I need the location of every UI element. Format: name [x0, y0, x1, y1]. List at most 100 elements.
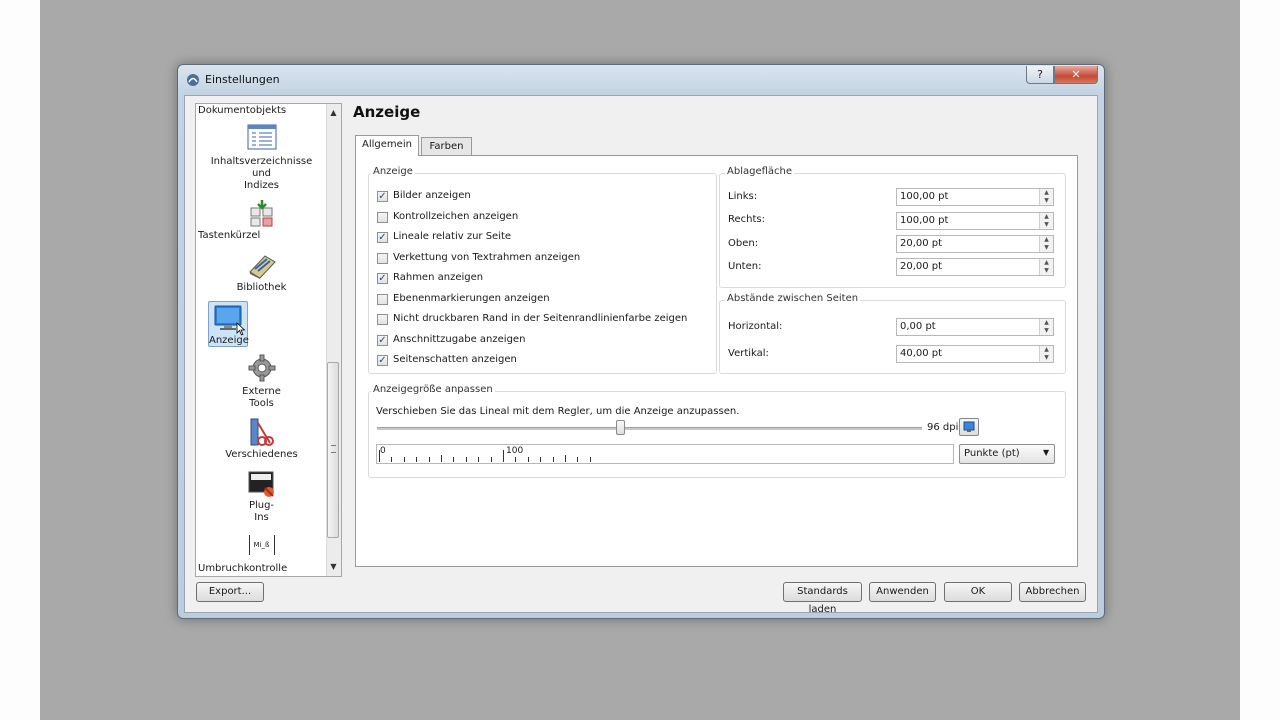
spin-up-icon[interactable]: ▲: [1040, 189, 1053, 197]
checkbox-box[interactable]: [377, 314, 388, 325]
sidebar-item-label: Bibliothek: [236, 282, 287, 293]
field-label-unten: Unten:: [728, 261, 762, 272]
sidebar-item-label: Tastenkürzel: [198, 230, 261, 241]
horizontal-spinbox[interactable]: 0,00 pt ▲ ▼: [896, 318, 1054, 336]
keyboard-shortcut-icon: [250, 200, 272, 227]
sidebar-item-anzeige[interactable]: Anzeige: [208, 301, 249, 347]
spin-up-icon[interactable]: ▲: [1040, 319, 1053, 327]
sidebar-item-plug-ins[interactable]: Plug- Ins: [196, 470, 327, 525]
checkbox-box[interactable]: ✓: [377, 335, 388, 346]
sidebar-item-umbruchkontrolle[interactable]: Mi_ß Umbruchkontrolle: [196, 535, 327, 575]
unit-select[interactable]: Punkte (pt) ▼: [959, 444, 1055, 464]
export-button[interactable]: Export...: [196, 582, 264, 602]
ok-button[interactable]: OK: [944, 582, 1012, 602]
spin-value: 100,00 pt: [900, 191, 949, 202]
checkbox-label: Anschnittzugabe anzeigen: [393, 334, 526, 345]
sidebar-item-dokumentobjekts[interactable]: Dokumentobjekts: [198, 105, 329, 117]
spin-buttons[interactable]: ▲ ▼: [1039, 346, 1053, 362]
sidebar-item-inhaltsverzeichnisse[interactable]: Inhaltsverzeichnisse und Indizes: [196, 124, 327, 194]
help-button[interactable]: ?: [1026, 66, 1054, 84]
misc-tools-icon: [250, 418, 274, 446]
apply-button[interactable]: Anwenden: [869, 582, 936, 602]
sidebar-item-label: Dokumentobjekts: [198, 105, 287, 116]
spin-down-icon[interactable]: ▼: [1040, 221, 1053, 229]
spin-buttons[interactable]: ▲ ▼: [1039, 259, 1053, 275]
reset-scale-button[interactable]: [959, 418, 979, 436]
sidebar-item-label: Inhaltsverzeichnisse: [210, 156, 313, 167]
scroll-down-arrow-icon[interactable]: ▼: [327, 560, 340, 573]
screen-border-right: [1240, 0, 1280, 720]
checkbox-box[interactable]: ✓: [377, 232, 388, 243]
checkbox-label: Bilder anzeigen: [393, 190, 471, 201]
plugin-icon: [248, 471, 274, 497]
group-title-ablageflaeche: Ablagefläche: [725, 166, 795, 177]
sidebar-item-label: Ins: [254, 512, 269, 523]
group-title-anzeigegroesse: Anzeigegröße anpassen: [371, 384, 495, 395]
vertikal-spinbox[interactable]: 40,00 pt ▲ ▼: [896, 345, 1054, 363]
ruler-tick: [515, 457, 517, 462]
checkbox-box[interactable]: ✓: [377, 273, 388, 284]
group-title-anzeige: Anzeige: [371, 166, 415, 177]
dpi-slider-thumb[interactable]: [615, 420, 625, 435]
load-defaults-button[interactable]: Standards laden: [783, 582, 862, 615]
ruler-tick: [453, 457, 455, 462]
ruler-tick: [490, 457, 492, 462]
anzeige-options: ✓ Bilder anzeigen Kontrollzeichen anzeige…: [377, 190, 707, 370]
spin-buttons[interactable]: ▲ ▼: [1039, 236, 1053, 252]
spin-down-icon[interactable]: ▼: [1040, 197, 1053, 205]
field-label-vertikal: Vertikal:: [728, 348, 769, 359]
spin-up-icon[interactable]: ▲: [1040, 236, 1053, 244]
group-title-abstaende: Abstände zwischen Seiten: [725, 293, 861, 304]
close-button[interactable]: ✕: [1054, 66, 1098, 84]
ruler-tick: [565, 455, 566, 462]
spin-up-icon[interactable]: ▲: [1040, 259, 1053, 267]
checkbox-box[interactable]: [377, 212, 388, 223]
preferences-window: Einstellungen ? ✕ Dokumentobjekts Inhalt…: [177, 64, 1105, 619]
app-icon: [187, 74, 199, 86]
unit-select-value: Punkte (pt): [964, 448, 1020, 459]
sidebar-item-externe-tools[interactable]: Externe Tools: [196, 354, 327, 409]
rechts-spinbox[interactable]: 100,00 pt ▲ ▼: [896, 212, 1054, 230]
spin-down-icon[interactable]: ▼: [1040, 354, 1053, 362]
checkbox-label: Seitenschatten anzeigen: [393, 354, 517, 365]
sidebar-scroll-thumb[interactable]: [327, 362, 339, 538]
checkbox-box[interactable]: [377, 253, 388, 264]
links-spinbox[interactable]: 100,00 pt ▲ ▼: [896, 188, 1054, 206]
checkbox-label: Nicht druckbaren Rand in der Seitenrandl…: [393, 313, 688, 324]
hyphenation-icon: Mi_ß: [248, 535, 275, 555]
spin-down-icon[interactable]: ▼: [1040, 244, 1053, 252]
table-of-contents-icon: [247, 124, 276, 150]
tab-farben[interactable]: Farben: [421, 137, 472, 156]
spin-value: 40,00 pt: [900, 348, 943, 359]
tab-allgemein[interactable]: Allgemein: [355, 135, 419, 156]
mouse-cursor-icon: [236, 322, 246, 336]
spin-buttons[interactable]: ▲ ▼: [1039, 189, 1053, 205]
sidebar-item-bibliothek[interactable]: Bibliothek: [196, 252, 327, 297]
unten-spinbox[interactable]: 20,00 pt ▲ ▼: [896, 258, 1054, 276]
scroll-up-arrow-icon[interactable]: ▲: [327, 106, 340, 119]
checkbox-box[interactable]: ✓: [377, 355, 388, 366]
spin-buttons[interactable]: ▲ ▼: [1039, 319, 1053, 335]
sidebar-item-tastenkuerzel[interactable]: Tastenkürzel: [196, 200, 327, 245]
ruler-tick: [552, 457, 554, 462]
spin-buttons[interactable]: ▲ ▼: [1039, 213, 1053, 229]
spin-down-icon[interactable]: ▼: [1040, 267, 1053, 275]
monitor-icon: [963, 421, 975, 432]
scale-ruler: 0 100: [376, 444, 954, 464]
oben-spinbox[interactable]: 20,00 pt ▲ ▼: [896, 235, 1054, 253]
spin-up-icon[interactable]: ▲: [1040, 346, 1053, 354]
dpi-slider-track[interactable]: [377, 427, 922, 430]
spin-up-icon[interactable]: ▲: [1040, 213, 1053, 221]
spin-down-icon[interactable]: ▼: [1040, 327, 1053, 335]
ruler-tick: [391, 457, 393, 462]
field-label-horizontal: Horizontal:: [728, 321, 783, 332]
checkbox-box[interactable]: ✓: [377, 191, 388, 202]
cancel-button[interactable]: Abbrechen: [1019, 582, 1086, 602]
checkbox-box[interactable]: [377, 294, 388, 305]
field-label-rechts: Rechts:: [728, 214, 765, 225]
field-label-links: Links:: [728, 191, 758, 202]
field-label-oben: Oben:: [728, 238, 759, 249]
category-list[interactable]: Dokumentobjekts Inhaltsverzeichnisse und…: [195, 103, 342, 577]
ruler-tick: [577, 457, 579, 462]
sidebar-item-verschiedenes[interactable]: Verschiedenes: [196, 417, 327, 462]
